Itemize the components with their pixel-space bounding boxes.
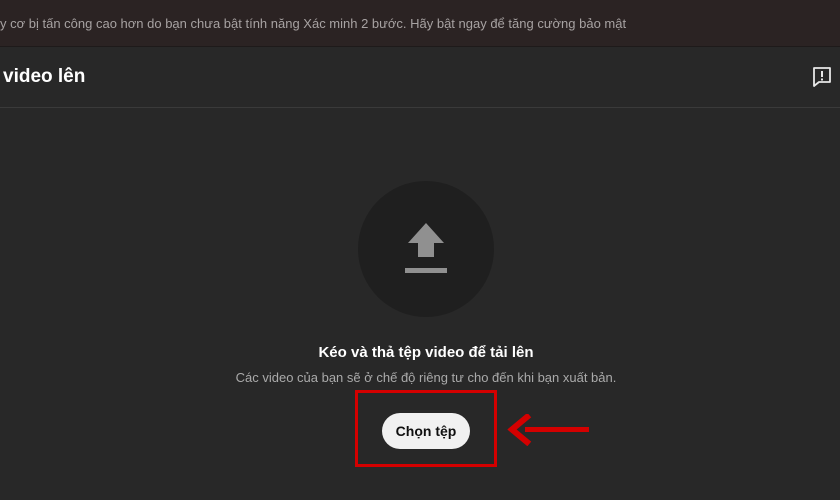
upload-dropzone-circle[interactable] [358, 181, 494, 317]
upload-drop-title: Kéo và thả tệp video để tải lên [318, 344, 534, 361]
feedback-button[interactable] [810, 65, 834, 89]
dialog-title: video lên [3, 66, 86, 87]
security-warning-text: y cơ bị tấn công cao hơn do bạn chưa bật… [0, 16, 627, 31]
annotation-arrow-icon [507, 414, 589, 446]
feedback-icon [813, 67, 831, 87]
annotation-highlight-box [355, 390, 497, 467]
upload-privacy-note: Các video của bạn sẽ ở chế độ riêng tư c… [235, 370, 617, 385]
upload-dialog-header: video lên [0, 47, 840, 108]
upload-icon [405, 223, 447, 273]
security-warning-banner: y cơ bị tấn công cao hơn do bạn chưa bật… [0, 0, 840, 47]
